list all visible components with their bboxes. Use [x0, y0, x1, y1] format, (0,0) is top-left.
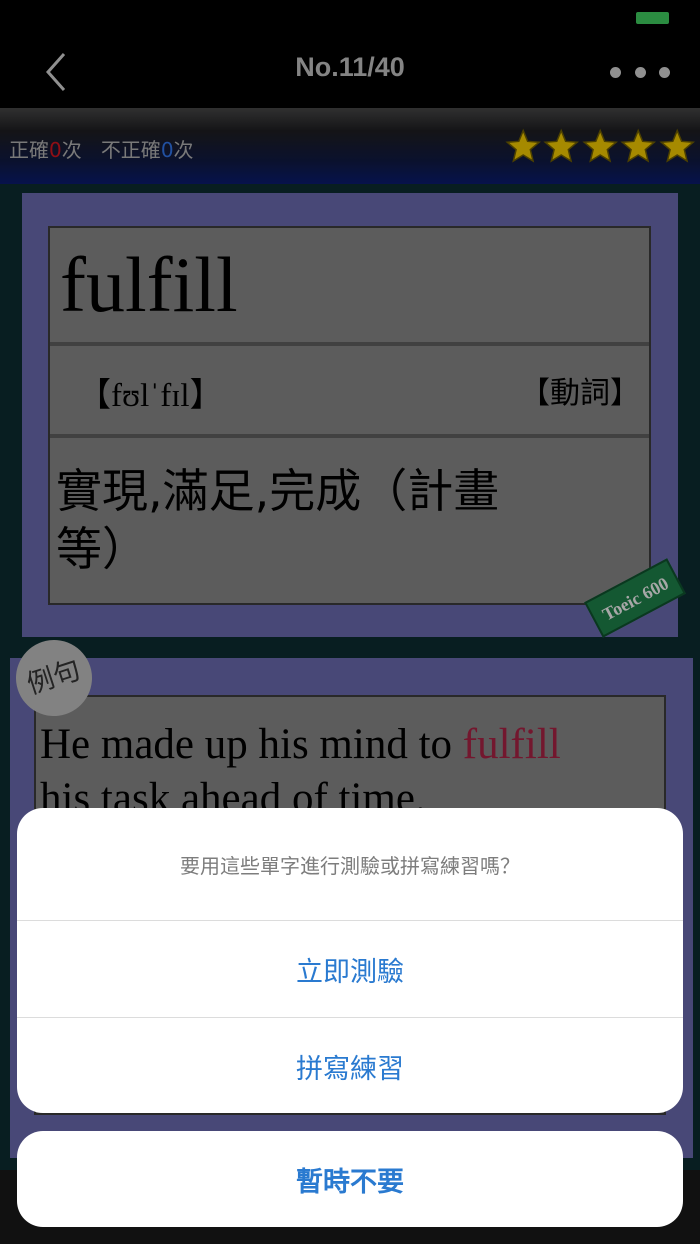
- cancel-button[interactable]: 暫時不要: [17, 1131, 683, 1227]
- spelling-practice-button[interactable]: 拼寫練習: [17, 1018, 683, 1113]
- action-sheet: 要用這些單字進行測驗或拼寫練習嗎？ 立即測驗 拼寫練習: [17, 808, 683, 1113]
- start-quiz-button[interactable]: 立即測驗: [17, 921, 683, 1017]
- action-sheet-message: 要用這些單字進行測驗或拼寫練習嗎？: [180, 853, 520, 878]
